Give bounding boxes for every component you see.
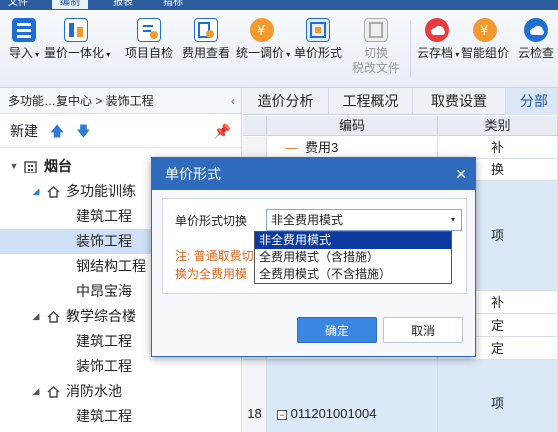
modal-overlay: 单价形式 ✕ 单价形式切换 非全费用模式 ▾ 注: 普通取费切换为全费用模式，不…: [0, 0, 558, 432]
dropdown-option[interactable]: 全费用模式（含措施）: [255, 249, 451, 266]
dropdown-option[interactable]: 非全费用模式: [255, 232, 451, 249]
close-icon[interactable]: ✕: [455, 158, 467, 190]
unit-price-form-label: 单价形式切换: [175, 214, 248, 228]
dialog-title-bar: 单价形式 ✕: [152, 158, 475, 190]
select-value: 非全费用模式: [271, 213, 344, 227]
select-dropdown-list: 非全费用模式 全费用模式（含措施） 全费用模式（不含措施）: [254, 231, 452, 284]
chevron-down-icon[interactable]: ▾: [451, 210, 455, 230]
dropdown-option[interactable]: 全费用模式（不含措施）: [255, 266, 451, 283]
ok-button[interactable]: 确定: [297, 317, 377, 343]
dialog-note: 注: 普通取费切换为全费用模式，不影响清单综合单价和总价，但会对清单分部分项工程…: [175, 249, 254, 281]
unit-price-form-select[interactable]: 非全费用模式 ▾: [266, 209, 462, 231]
cancel-button[interactable]: 取消: [383, 317, 463, 343]
dialog-title: 单价形式: [165, 166, 221, 182]
